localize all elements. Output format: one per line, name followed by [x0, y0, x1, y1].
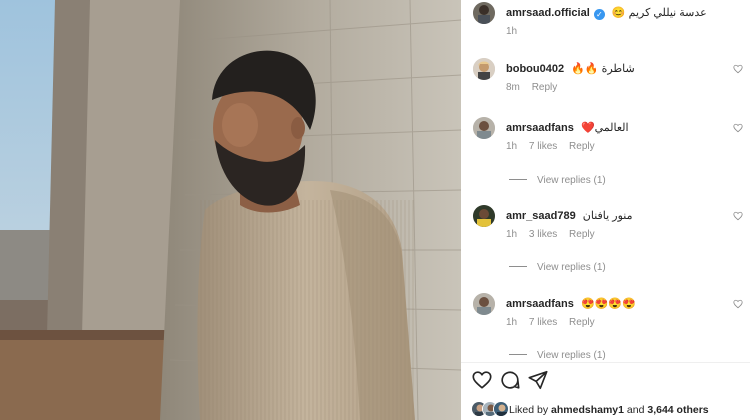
actions-divider — [461, 362, 750, 363]
comment-meta: 1h 3 likes Reply — [506, 229, 604, 241]
comment-meta: 1h 7 likes Reply — [506, 317, 604, 329]
comment-username[interactable]: amrsaadfans — [506, 298, 574, 310]
comment-item: bobou0402 شاطرة 🔥🔥 8m Reply — [473, 58, 743, 94]
liked-by-text: Liked by ahmedshamy1 and 3,644 others — [509, 403, 709, 417]
comment-text: منور يافنان — [582, 210, 633, 222]
caption-line: amrsaad.official ✓ عدسة نيللي كريم 😊 — [506, 5, 743, 21]
liked-by-connector: and — [626, 404, 645, 416]
view-replies-dash — [509, 354, 527, 355]
comment-time: 1h — [506, 141, 518, 152]
caption-time: 1h — [506, 26, 518, 37]
post-photo — [0, 0, 461, 420]
comment-item: amr_saad789 منور يافنان 1h 3 likes Reply — [473, 205, 743, 241]
comment-icon — [501, 371, 520, 389]
view-replies-label: View replies (1) — [537, 350, 606, 361]
author-username[interactable]: amrsaad.official — [506, 7, 590, 19]
view-replies-button[interactable]: View replies (1) — [509, 261, 606, 275]
commenter-avatar-image — [473, 205, 495, 227]
reply-button[interactable]: Reply — [569, 229, 595, 240]
reply-button[interactable]: Reply — [569, 317, 595, 328]
comments-list[interactable]: amrsaad.official ✓ عدسة نيللي كريم 😊 1h … — [461, 0, 750, 362]
comment-line: amrsaadfans 😍😍😍😍 — [506, 296, 743, 312]
reply-button[interactable]: Reply — [569, 141, 595, 152]
liked-by-others[interactable]: 3,644 others — [647, 404, 708, 416]
comment-username[interactable]: bobou0402 — [506, 63, 564, 75]
comment-likes-count[interactable]: 3 likes — [529, 229, 557, 240]
author-avatar-image — [473, 2, 495, 24]
comment-meta: 8m Reply — [506, 82, 566, 94]
comment-line: amrsaadfans العالمي❤️ — [506, 120, 743, 136]
view-replies-dash — [509, 266, 527, 267]
comments-panel: amrsaad.official ✓ عدسة نيللي كريم 😊 1h … — [461, 0, 750, 420]
comment-like-icon[interactable] — [733, 211, 743, 221]
liked-by-prefix: Liked by — [509, 404, 549, 416]
commenter-avatar-image — [473, 293, 495, 315]
comment-text: شاطرة 🔥🔥 — [571, 63, 635, 75]
like-button[interactable] — [471, 369, 493, 391]
liker-avatar[interactable] — [493, 401, 509, 417]
commenter-avatar[interactable] — [473, 58, 495, 80]
comment-line: amr_saad789 منور يافنان — [506, 208, 743, 224]
comment-time: 8m — [506, 82, 520, 93]
photo-illustration — [0, 0, 461, 420]
commenter-avatar[interactable] — [473, 293, 495, 315]
comment-username[interactable]: amrsaadfans — [506, 122, 574, 134]
commenter-avatar-image — [473, 58, 495, 80]
liked-by-row: Liked by ahmedshamy1 and 3,644 others — [471, 400, 750, 420]
share-button[interactable] — [527, 369, 549, 391]
commenter-avatar[interactable] — [473, 117, 495, 139]
comment-time: 1h — [506, 317, 518, 328]
view-replies-label: View replies (1) — [537, 262, 606, 273]
comment-likes-count[interactable]: 7 likes — [529, 317, 557, 328]
comment-item: amrsaadfans العالمي❤️ 1h 7 likes Reply — [473, 117, 743, 153]
comment-like-icon[interactable] — [733, 123, 743, 133]
post-caption: amrsaad.official ✓ عدسة نيللي كريم 😊 1h — [473, 2, 743, 38]
heart-icon — [472, 371, 492, 389]
comment-item: amrsaadfans 😍😍😍😍 1h 7 likes Reply — [473, 293, 743, 329]
view-replies-dash — [509, 179, 527, 180]
comment-username[interactable]: amr_saad789 — [506, 210, 576, 222]
commenter-avatar-image — [473, 117, 495, 139]
view-replies-label: View replies (1) — [537, 175, 606, 186]
view-replies-button[interactable]: View replies (1) — [509, 174, 606, 188]
comment-button[interactable] — [499, 369, 521, 391]
post-action-bar — [471, 369, 741, 391]
verified-icon: ✓ — [593, 9, 605, 20]
reply-button[interactable]: Reply — [532, 82, 558, 93]
comment-text: 😍😍😍😍 — [580, 298, 636, 310]
author-avatar[interactable] — [473, 2, 495, 24]
share-icon — [528, 370, 548, 390]
view-replies-button[interactable]: View replies (1) — [509, 349, 606, 362]
comment-like-icon[interactable] — [733, 64, 743, 74]
comment-line: bobou0402 شاطرة 🔥🔥 — [506, 61, 743, 77]
commenter-avatar[interactable] — [473, 205, 495, 227]
liked-by-user[interactable]: ahmedshamy1 — [551, 404, 624, 416]
caption-text: عدسة نيللي كريم 😊 — [611, 7, 707, 19]
comment-text: العالمي❤️ — [580, 122, 629, 134]
caption-meta: 1h — [506, 26, 526, 38]
comment-likes-count[interactable]: 7 likes — [529, 141, 557, 152]
comment-time: 1h — [506, 229, 518, 240]
liker-avatar-image — [494, 402, 508, 416]
comment-like-icon[interactable] — [733, 299, 743, 309]
comment-meta: 1h 7 likes Reply — [506, 141, 604, 153]
